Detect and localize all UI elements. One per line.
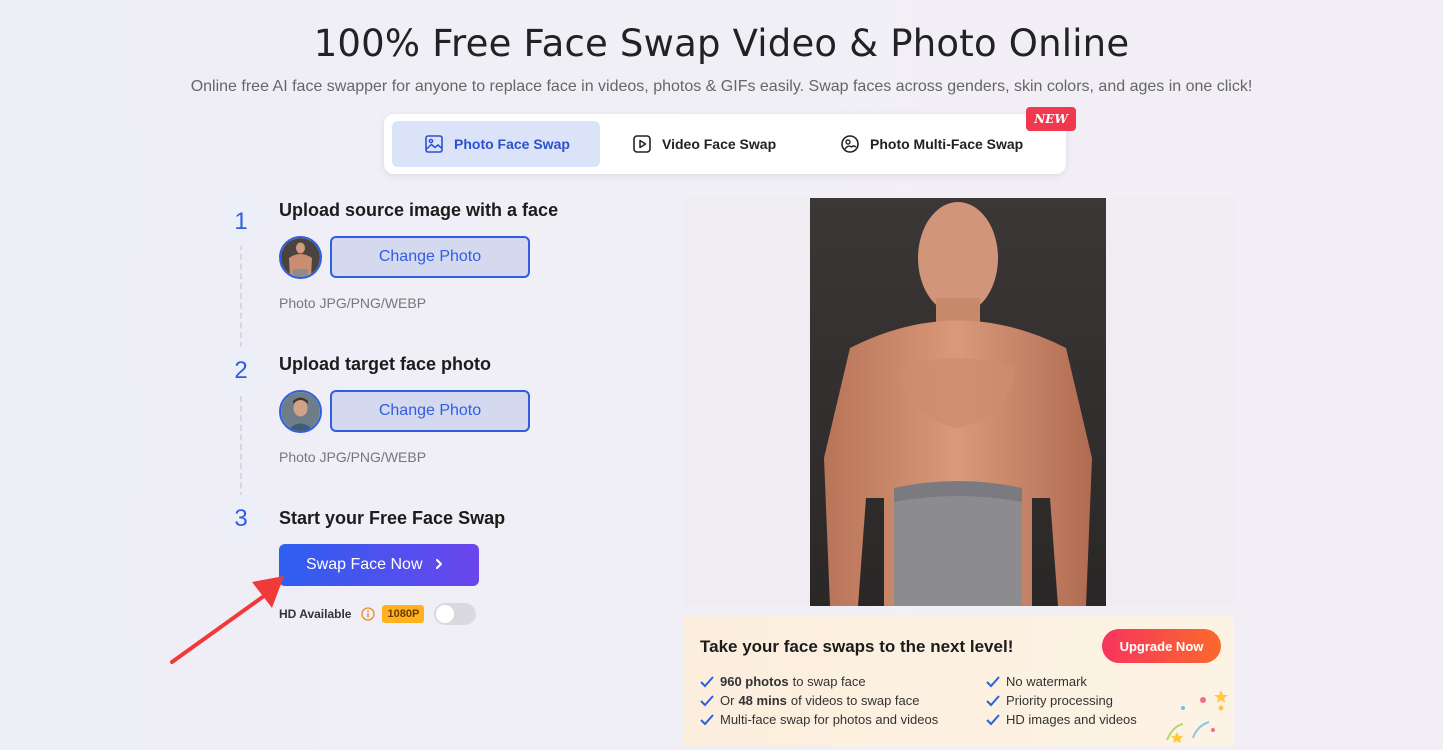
change-target-photo-button[interactable]: Change Photo — [330, 390, 530, 432]
step-number-1: 1 — [217, 198, 265, 246]
tab-photo-multi-face-swap[interactable]: Photo Multi-Face Swap — [840, 121, 1023, 167]
upgrade-promo-card: Take your face swaps to the next level! … — [683, 616, 1234, 746]
step-connector — [240, 396, 242, 498]
swap-face-now-button[interactable]: Swap Face Now — [279, 544, 479, 586]
feature-text: to swap face — [792, 674, 866, 689]
change-source-photo-button[interactable]: Change Photo — [330, 236, 530, 278]
swap-button-label: Swap Face Now — [306, 556, 423, 573]
promo-title: Take your face swaps to the next level! — [700, 637, 1014, 656]
feature-text: HD images and videos — [1006, 712, 1137, 727]
checkmark-icon — [700, 675, 714, 687]
preview-photo — [810, 198, 1106, 606]
faces-icon — [841, 135, 859, 153]
result-preview — [683, 198, 1234, 606]
hd-label: HD Available — [279, 607, 352, 621]
feature-pre: Or — [720, 693, 735, 708]
hd-row: HD Available 1080P — [279, 603, 477, 625]
page-subtitle: Online free AI face swapper for anyone t… — [190, 78, 1253, 95]
page-title: 100% Free Face Swap Video & Photo Online — [313, 22, 1130, 65]
feature-bold: 960 photos — [720, 674, 789, 689]
chevron-right-icon — [436, 559, 442, 569]
target-photo-thumbnail[interactable] — [279, 390, 322, 433]
tab-label: Video Face Swap — [662, 136, 777, 152]
promo-feature: Priority processing — [986, 693, 1113, 708]
feature-bold: 48 mins — [738, 693, 787, 708]
step-connector — [240, 244, 242, 348]
image-icon — [425, 135, 443, 153]
feature-text: Priority processing — [1006, 693, 1113, 708]
step-1-format-hint: Photo JPG/PNG/WEBP — [279, 295, 427, 311]
checkmark-icon — [986, 675, 1000, 687]
tab-label: Photo Multi-Face Swap — [870, 136, 1024, 152]
checkmark-icon — [700, 694, 714, 706]
checkmark-icon — [986, 694, 1000, 706]
feature-text: Multi-face swap for photos and videos — [720, 712, 939, 727]
new-badge: NEW — [1026, 107, 1076, 131]
checkmark-icon — [700, 713, 714, 725]
confetti-icon — [1166, 690, 1228, 743]
info-icon[interactable] — [361, 607, 376, 621]
promo-feature: HD images and videos — [986, 712, 1137, 727]
tab-video-face-swap[interactable]: Video Face Swap — [632, 121, 776, 167]
checkmark-icon — [986, 713, 1000, 725]
promo-feature: Multi-face swap for photos and videos — [700, 712, 938, 727]
step-1-title: Upload source image with a face — [279, 200, 559, 220]
tab-label: Photo Face Swap — [454, 136, 570, 152]
feature-text: No watermark — [1006, 674, 1087, 689]
promo-feature: Or 48 mins of videos to swap face — [700, 693, 920, 708]
play-icon — [633, 135, 651, 153]
pointer-arrow-icon — [170, 576, 284, 664]
promo-feature: 960 photos to swap face — [700, 674, 866, 689]
step-number-2: 2 — [217, 347, 265, 395]
step-2-title: Upload target face photo — [279, 354, 492, 374]
toggle-knob — [436, 605, 455, 623]
hd-resolution-badge: 1080P — [382, 605, 425, 623]
step-number-3: 3 — [217, 495, 265, 543]
feature-text: of videos to swap face — [790, 693, 920, 708]
step-2-format-hint: Photo JPG/PNG/WEBP — [279, 449, 427, 465]
step-3-title: Start your Free Face Swap — [279, 508, 506, 528]
tab-photo-face-swap[interactable]: Photo Face Swap — [392, 121, 600, 167]
upgrade-now-button[interactable]: Upgrade Now — [1102, 629, 1221, 663]
source-photo-thumbnail[interactable] — [279, 236, 322, 279]
promo-feature: No watermark — [986, 674, 1087, 689]
mode-tabs: Photo Face Swap Video Face Swap Photo Mu… — [384, 107, 1076, 174]
hd-toggle[interactable] — [434, 603, 477, 625]
